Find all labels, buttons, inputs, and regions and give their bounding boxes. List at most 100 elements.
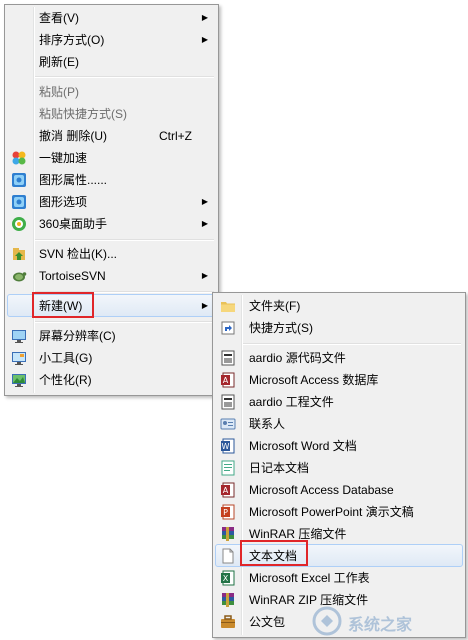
menu-item-shortcut: Ctrl+Z	[159, 129, 192, 143]
menu-item-label: 联系人	[249, 417, 286, 431]
menu-item-undo-delete[interactable]: 撤消 删除(U) Ctrl+Z	[7, 125, 216, 147]
menu-item-view[interactable]: 查看(V) ▶	[7, 7, 216, 29]
menu-item-svn-checkout[interactable]: SVN 检出(K)...	[7, 243, 216, 265]
svg-text:A: A	[223, 486, 229, 495]
menu-item-label: 文件夹(F)	[249, 299, 301, 313]
graphics-options-icon	[12, 195, 26, 209]
submenu-arrow-icon: ▶	[201, 301, 208, 310]
shortcut-icon	[221, 321, 235, 335]
submenu-item-folder[interactable]: 文件夹(F)	[215, 295, 463, 317]
watermark-logo-icon	[312, 606, 342, 636]
menu-item-personalize[interactable]: 个性化(R)	[7, 369, 216, 391]
360-desktop-icon	[12, 217, 26, 231]
powerpoint-icon: P	[221, 504, 235, 520]
winrar-zip-icon	[222, 593, 234, 607]
journal-icon	[221, 460, 235, 476]
menu-separator	[243, 343, 461, 345]
briefcase-icon	[221, 615, 235, 628]
menu-item-label: 小工具(G)	[39, 351, 93, 365]
menu-separator	[35, 239, 214, 241]
menu-item-label: 图形属性......	[39, 173, 108, 187]
svg-text:A: A	[223, 376, 229, 385]
watermark-text: 系统之家	[348, 617, 413, 634]
submenu-item-contact[interactable]: 联系人	[215, 413, 463, 435]
menu-item-label: 撤消 删除(U)	[39, 129, 107, 143]
annotation-highlight-text-document	[240, 540, 308, 566]
annotation-highlight-new	[32, 292, 94, 318]
submenu-arrow-icon: ▶	[201, 35, 208, 44]
menu-item-label: 粘贴快捷方式(S)	[39, 107, 127, 121]
submenu-arrow-icon: ▶	[201, 219, 208, 228]
svg-text:P: P	[223, 508, 228, 517]
menu-item-label: 屏幕分辨率(C)	[39, 329, 116, 343]
menu-item-label: 公文包	[249, 615, 286, 629]
submenu-item-access-db[interactable]: A Microsoft Access 数据库	[215, 369, 463, 391]
personalize-icon	[12, 374, 26, 387]
menu-item-label: 图形选项	[39, 195, 88, 209]
watermark: 系统之家	[312, 604, 462, 638]
menu-item-graphics-properties[interactable]: 图形属性......	[7, 169, 216, 191]
winrar-icon	[222, 527, 234, 541]
graphics-properties-icon	[12, 173, 26, 187]
menu-item-label: Microsoft Access 数据库	[249, 373, 379, 387]
menu-item-paste: 粘贴(P)	[7, 81, 216, 103]
tortoisesvn-icon	[13, 272, 27, 282]
word-icon: W	[221, 438, 235, 454]
menu-item-label: 一键加速	[39, 151, 88, 165]
submenu-arrow-icon: ▶	[201, 271, 208, 280]
menu-item-tortoisesvn[interactable]: TortoiseSVN ▶	[7, 265, 216, 287]
aardio-project-icon	[221, 394, 235, 410]
menu-item-label: TortoiseSVN	[39, 269, 106, 283]
menu-item-label: 日记本文档	[249, 461, 310, 475]
new-submenu: 文件夹(F) 快捷方式(S) aardio 源代码文件 A Microsoft …	[212, 292, 466, 638]
text-document-icon	[222, 548, 234, 564]
speedup-icon	[12, 151, 26, 165]
access-db-icon: A	[221, 372, 235, 388]
menu-item-label: aardio 源代码文件	[249, 351, 346, 365]
menu-item-label: Microsoft Word 文档	[249, 439, 357, 453]
menu-separator	[35, 76, 214, 78]
submenu-item-aardio-project[interactable]: aardio 工程文件	[215, 391, 463, 413]
desktop-context-menu: 查看(V) ▶ 排序方式(O) ▶ 刷新(E) 粘贴(P) 粘贴快捷方式(S) …	[4, 4, 219, 396]
menu-item-sort-by[interactable]: 排序方式(O) ▶	[7, 29, 216, 51]
submenu-item-powerpoint[interactable]: P Microsoft PowerPoint 演示文稿	[215, 501, 463, 523]
menu-item-label: 个性化(R)	[39, 373, 92, 387]
menu-item-label: SVN 检出(K)...	[39, 247, 118, 261]
submenu-item-journal[interactable]: 日记本文档	[215, 457, 463, 479]
submenu-arrow-icon: ▶	[201, 197, 208, 206]
submenu-arrow-icon: ▶	[201, 13, 208, 22]
folder-icon	[221, 302, 235, 312]
menu-item-refresh[interactable]: 刷新(E)	[7, 51, 216, 73]
aardio-source-icon	[221, 350, 235, 366]
menu-item-speedup[interactable]: 一键加速	[7, 147, 216, 169]
menu-item-label: 粘贴(P)	[39, 85, 79, 99]
menu-item-graphics-options[interactable]: 图形选项 ▶	[7, 191, 216, 213]
menu-item-label: 360桌面助手	[39, 217, 108, 231]
submenu-item-aardio-source[interactable]: aardio 源代码文件	[215, 347, 463, 369]
svg-text:W: W	[222, 442, 230, 451]
menu-item-paste-shortcut: 粘贴快捷方式(S)	[7, 103, 216, 125]
screen-resolution-icon	[12, 330, 26, 343]
gadgets-icon	[12, 352, 26, 365]
menu-item-label: 排序方式(O)	[39, 33, 105, 47]
contact-icon	[220, 418, 236, 430]
submenu-item-excel[interactable]: X Microsoft Excel 工作表	[215, 567, 463, 589]
menu-item-label: 快捷方式(S)	[249, 321, 313, 335]
svn-checkout-icon	[13, 248, 25, 260]
menu-item-gadgets[interactable]: 小工具(G)	[7, 347, 216, 369]
svg-text:X: X	[223, 574, 229, 583]
menu-item-screen-resolution[interactable]: 屏幕分辨率(C)	[7, 325, 216, 347]
menu-item-label: Microsoft Access Database	[249, 483, 394, 497]
submenu-item-word[interactable]: W Microsoft Word 文档	[215, 435, 463, 457]
menu-item-360-desktop[interactable]: 360桌面助手 ▶	[7, 213, 216, 235]
submenu-item-shortcut[interactable]: 快捷方式(S)	[215, 317, 463, 339]
menu-item-label: Microsoft PowerPoint 演示文稿	[249, 505, 414, 519]
menu-item-label: aardio 工程文件	[249, 395, 334, 409]
menu-item-label: 查看(V)	[39, 11, 79, 25]
excel-icon: X	[221, 570, 235, 586]
menu-item-label: Microsoft Excel 工作表	[249, 571, 370, 585]
access-database-icon: A	[221, 482, 235, 498]
menu-item-label: 刷新(E)	[39, 55, 79, 69]
submenu-item-access-database[interactable]: A Microsoft Access Database	[215, 479, 463, 501]
menu-separator	[35, 321, 214, 323]
